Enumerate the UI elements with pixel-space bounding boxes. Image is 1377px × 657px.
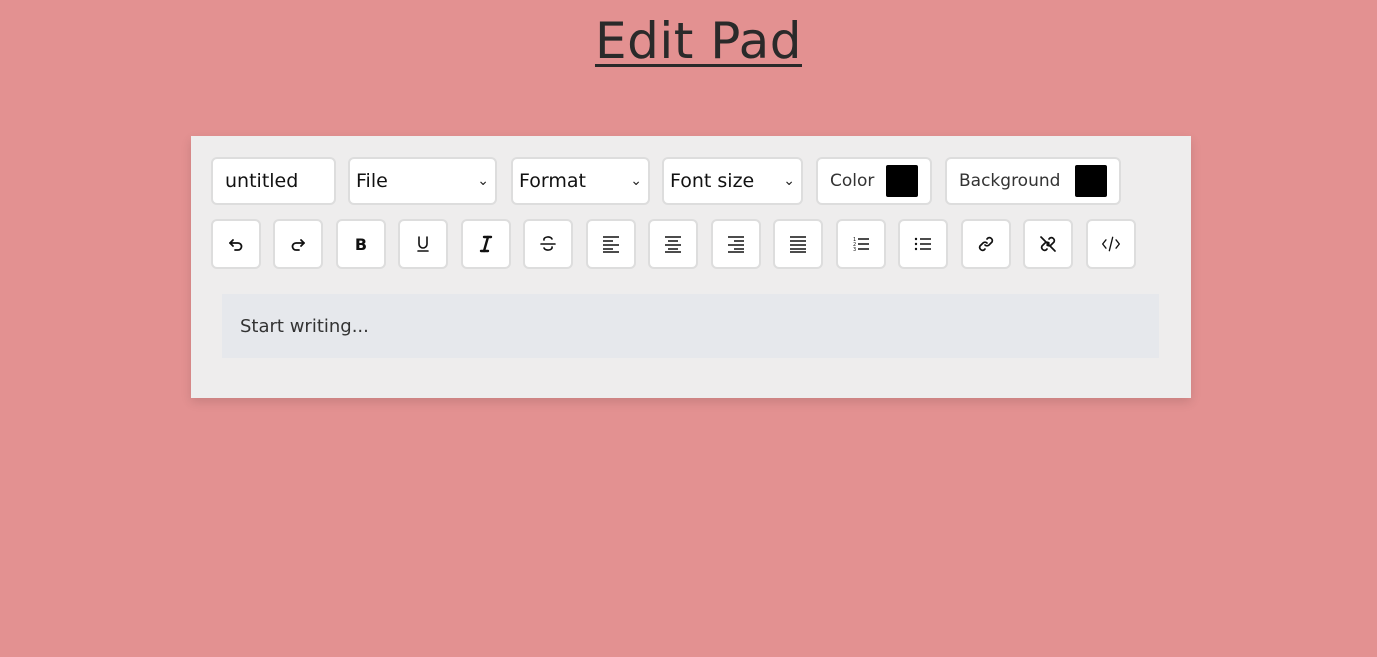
redo-icon	[291, 239, 305, 251]
filename-input[interactable]	[211, 157, 336, 205]
background-color-label: Background	[959, 171, 1061, 191]
align-left-icon	[603, 236, 619, 253]
align-center-button[interactable]	[648, 219, 698, 269]
link-icon	[978, 236, 994, 252]
text-color-picker[interactable]: Color	[816, 157, 932, 205]
editor-panel: File ⌄ Format ⌄ Font size ⌄ Color Backgr…	[191, 136, 1191, 398]
text-color-swatch[interactable]	[886, 165, 918, 197]
code-button[interactable]	[1086, 219, 1136, 269]
svg-text:B: B	[355, 235, 367, 254]
ordered-list-icon: 123	[853, 237, 869, 253]
font-size-select-label: Font size	[670, 170, 755, 192]
editor-area[interactable]: Start writing...	[222, 294, 1159, 358]
undo-button[interactable]	[211, 219, 261, 269]
align-left-button[interactable]	[586, 219, 636, 269]
text-color-label: Color	[830, 171, 875, 191]
underline-icon	[417, 236, 429, 252]
bold-icon: B	[355, 235, 367, 254]
background-color-swatch[interactable]	[1075, 165, 1107, 197]
strikethrough-button[interactable]	[523, 219, 573, 269]
file-select[interactable]: File ⌄	[348, 157, 497, 205]
unlink-button[interactable]	[1023, 219, 1073, 269]
justify-button[interactable]	[773, 219, 823, 269]
format-select[interactable]: Format ⌄	[511, 157, 650, 205]
unlink-icon	[1040, 236, 1056, 252]
code-icon	[1102, 236, 1120, 252]
italic-button[interactable]	[461, 219, 511, 269]
unordered-list-icon	[914, 237, 931, 251]
svg-text:3: 3	[853, 247, 856, 253]
link-button[interactable]	[961, 219, 1011, 269]
italic-icon	[479, 235, 493, 253]
underline-button[interactable]	[398, 219, 448, 269]
undo-icon	[229, 239, 243, 251]
editor-placeholder: Start writing...	[240, 315, 369, 337]
ordered-list-button[interactable]: 123	[836, 219, 886, 269]
align-right-icon	[728, 236, 744, 253]
chevron-down-icon: ⌄	[783, 173, 795, 189]
redo-button[interactable]	[273, 219, 323, 269]
file-select-label: File	[356, 170, 388, 192]
align-right-button[interactable]	[711, 219, 761, 269]
format-select-label: Format	[519, 170, 586, 192]
background-color-picker[interactable]: Background	[945, 157, 1121, 205]
bold-button[interactable]: B	[336, 219, 386, 269]
font-size-select[interactable]: Font size ⌄	[662, 157, 803, 205]
align-justify-icon	[790, 236, 806, 253]
chevron-down-icon: ⌄	[477, 173, 489, 189]
strikethrough-icon	[540, 236, 556, 251]
align-center-icon	[665, 236, 681, 253]
page-title: Edit Pad	[594, 12, 802, 70]
unordered-list-button[interactable]	[898, 219, 948, 269]
chevron-down-icon: ⌄	[630, 173, 642, 189]
